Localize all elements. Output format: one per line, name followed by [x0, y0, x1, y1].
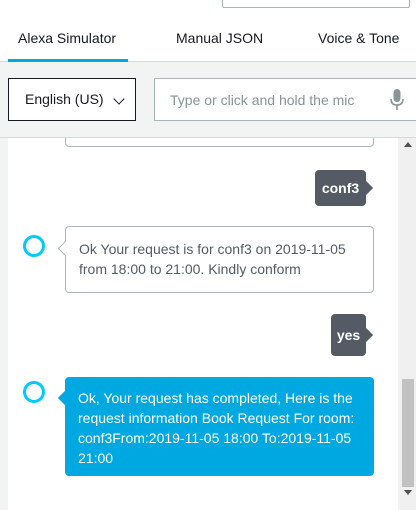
chevron-down-icon	[113, 93, 125, 105]
alexa-message-bubble: Ok Your request is for conf3 on 2019-11-…	[65, 226, 374, 293]
tab-voice-and-tone[interactable]: Voice & Tone	[318, 10, 399, 61]
simulator-controls: English (US)	[0, 62, 416, 138]
alexa-avatar-icon	[23, 381, 45, 403]
scroll-up-arrow-icon[interactable]	[404, 142, 412, 147]
scroll-down-arrow-icon[interactable]	[404, 490, 412, 495]
alexa-message-text: Ok Your request is for conf3 on 2019-11-…	[79, 241, 346, 277]
user-message-text: yes	[336, 327, 361, 343]
chat-scrollbar[interactable]	[400, 138, 416, 510]
simulator-tabs: Alexa Simulator Manual JSON Voice & Tone	[0, 10, 416, 62]
tab-alexa-simulator[interactable]: Alexa Simulator	[18, 10, 116, 61]
microphone-icon[interactable]	[390, 89, 404, 111]
top-panel-box	[222, 0, 410, 8]
chat-panel: conf3 Ok Your request is for conf3 on 20…	[8, 138, 398, 510]
alexa-response-bubble: Ok, Your request has completed, Here is …	[65, 377, 374, 476]
alexa-response-text: Ok, Your request has completed, Here is …	[78, 390, 355, 466]
user-message-text: conf3	[321, 180, 360, 196]
chat-area: conf3 Ok Your request is for conf3 on 20…	[0, 138, 416, 510]
language-select-value: English (US)	[25, 91, 104, 107]
top-panel-remnant	[0, 0, 416, 10]
utterance-field	[154, 78, 416, 121]
tab-manual-json[interactable]: Manual JSON	[176, 10, 263, 61]
alexa-avatar-icon	[23, 235, 45, 257]
previous-alexa-bubble	[65, 138, 374, 147]
language-select[interactable]: English (US)	[8, 78, 136, 121]
utterance-input[interactable]	[155, 79, 380, 120]
scrollbar-thumb[interactable]	[402, 379, 414, 487]
